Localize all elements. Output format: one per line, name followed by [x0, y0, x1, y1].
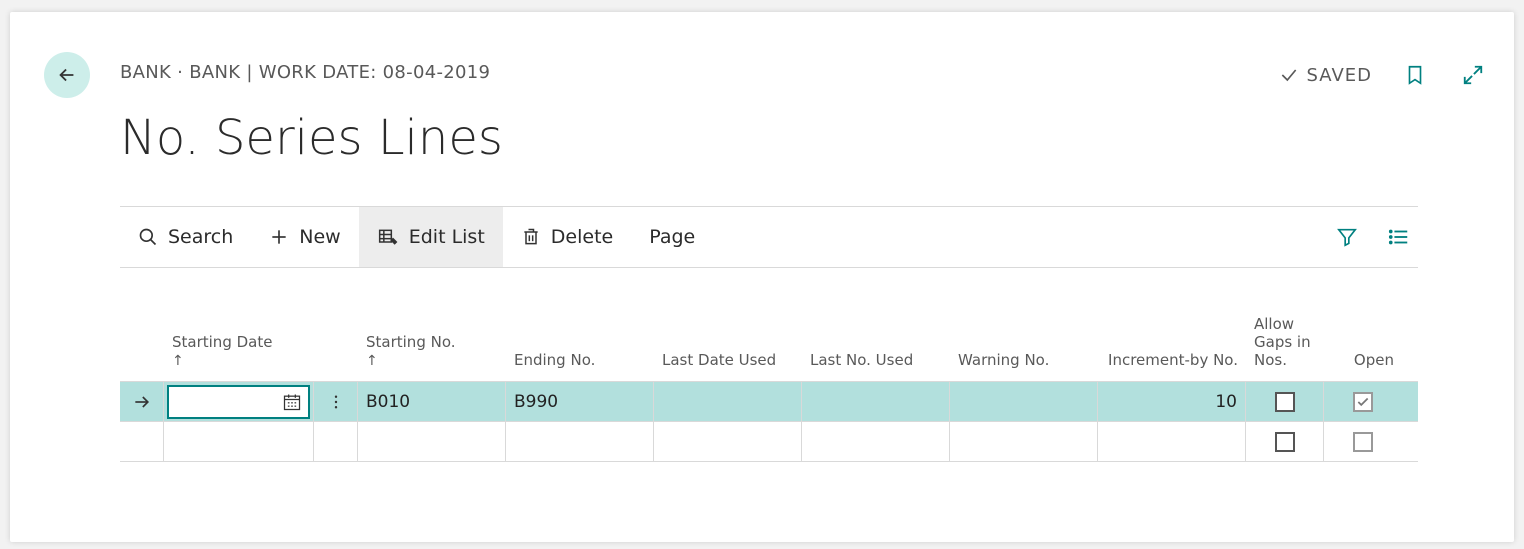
search-button[interactable]: Search: [120, 207, 251, 267]
edit-list-label: Edit List: [409, 226, 485, 248]
breadcrumb: BANK · BANK | WORK DATE: 08-04-2019: [120, 62, 490, 83]
col-increment-by-no[interactable]: Increment-by No.: [1098, 347, 1246, 373]
col-warning-no[interactable]: Warning No.: [950, 347, 1098, 373]
cell-last-no-used[interactable]: [802, 382, 950, 422]
cell-warning-no[interactable]: [950, 382, 1098, 422]
bookmark-button[interactable]: [1400, 60, 1430, 90]
cell-allow-gaps[interactable]: [1246, 422, 1324, 461]
col-allow-gaps[interactable]: Allow Gaps in Nos.: [1246, 311, 1324, 373]
col-starting-date[interactable]: Starting Date ↑: [164, 329, 314, 373]
saved-status: SAVED: [1279, 65, 1372, 86]
delete-label: Delete: [551, 226, 613, 248]
page-label: Page: [649, 226, 695, 248]
page-button[interactable]: Page: [631, 207, 713, 267]
row-menu-button[interactable]: [314, 382, 358, 422]
expand-button[interactable]: [1458, 60, 1488, 90]
grid: Starting Date ↑ Starting No. ↑ Ending No…: [120, 290, 1418, 462]
sort-asc-icon: ↑: [366, 353, 498, 369]
col-ending-no[interactable]: Ending No.: [506, 347, 654, 373]
table-row[interactable]: [120, 422, 1418, 462]
edit-list-icon: [377, 227, 399, 247]
starting-date-input[interactable]: [167, 385, 310, 419]
toolbar: Search New Edit List Delete Page: [120, 206, 1418, 268]
table-row[interactable]: B010 B990 10: [120, 382, 1418, 422]
plus-icon: [269, 227, 289, 247]
cell-ending-no[interactable]: B990: [506, 382, 654, 422]
edit-list-button[interactable]: Edit List: [359, 207, 503, 267]
row-indicator: [120, 422, 164, 461]
row-menu-button[interactable]: [314, 422, 358, 461]
cell-starting-no[interactable]: [358, 422, 506, 461]
col-last-no-used[interactable]: Last No. Used: [802, 347, 950, 373]
cell-starting-date[interactable]: [164, 422, 314, 461]
checkbox-unchecked[interactable]: [1275, 392, 1295, 412]
new-label: New: [299, 226, 340, 248]
cell-starting-date[interactable]: [164, 382, 314, 422]
col-starting-no[interactable]: Starting No. ↑: [358, 329, 506, 373]
page-title: No. Series Lines: [120, 110, 503, 166]
trash-icon: [521, 227, 541, 247]
new-button[interactable]: New: [251, 207, 358, 267]
bookmark-icon: [1404, 62, 1426, 88]
expand-icon: [1462, 64, 1484, 86]
col-open[interactable]: Open: [1324, 347, 1402, 373]
col-last-date-used[interactable]: Last Date Used: [654, 347, 802, 373]
cell-increment-by-no[interactable]: [1098, 422, 1246, 461]
saved-label: SAVED: [1307, 65, 1372, 86]
search-label: Search: [168, 226, 233, 248]
cell-last-date-used[interactable]: [654, 422, 802, 461]
cell-last-date-used[interactable]: [654, 382, 802, 422]
cell-open[interactable]: [1324, 382, 1402, 422]
check-icon: [1279, 65, 1299, 85]
calendar-icon[interactable]: [282, 392, 302, 412]
list-icon: [1388, 226, 1410, 248]
checkbox-unchecked[interactable]: [1275, 432, 1295, 452]
cell-warning-no[interactable]: [950, 422, 1098, 461]
grid-header: Starting Date ↑ Starting No. ↑ Ending No…: [120, 290, 1418, 382]
back-button[interactable]: [44, 52, 90, 98]
funnel-icon: [1336, 226, 1358, 248]
cell-increment-by-no[interactable]: 10: [1098, 382, 1246, 422]
search-icon: [138, 227, 158, 247]
arrow-left-icon: [56, 64, 78, 86]
cell-allow-gaps[interactable]: [1246, 382, 1324, 422]
list-view-button[interactable]: [1384, 222, 1414, 252]
delete-button[interactable]: Delete: [503, 207, 631, 267]
check-icon: [1356, 395, 1370, 409]
checkbox-checked[interactable]: [1353, 392, 1373, 412]
sort-asc-icon: ↑: [172, 353, 306, 369]
checkbox-unchecked[interactable]: [1353, 432, 1373, 452]
row-indicator: [120, 382, 164, 422]
cell-ending-no[interactable]: [506, 422, 654, 461]
cell-last-no-used[interactable]: [802, 422, 950, 461]
cell-open[interactable]: [1324, 422, 1402, 461]
arrow-right-icon: [132, 392, 152, 412]
more-vertical-icon: [327, 393, 345, 411]
filter-button[interactable]: [1332, 222, 1362, 252]
cell-starting-no[interactable]: B010: [358, 382, 506, 422]
